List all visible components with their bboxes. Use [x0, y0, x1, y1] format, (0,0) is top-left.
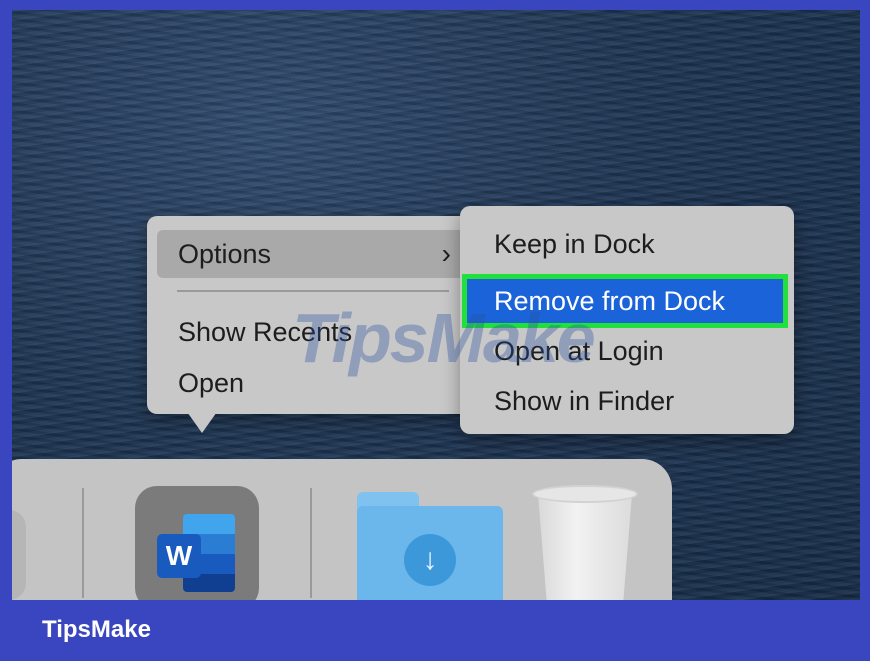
- submenu-item-remove-from-dock[interactable]: Remove from Dock: [462, 274, 788, 328]
- frame: W ↓ Options › Show Recents Open Keep in …: [0, 0, 870, 661]
- menu-pointer: [185, 409, 219, 433]
- chevron-right-icon: ›: [441, 238, 451, 269]
- trash-icon: [538, 494, 632, 600]
- dock-item-word[interactable]: W: [135, 486, 259, 600]
- submenu-item-open-at-login[interactable]: Open at Login: [472, 329, 780, 373]
- brand-label: TipsMake: [42, 616, 151, 643]
- footer-bar: TipsMake: [0, 600, 870, 661]
- menu-item-show-recents[interactable]: Show Recents: [157, 308, 469, 356]
- word-icon: W: [157, 506, 239, 592]
- submenu-item-keep-in-dock[interactable]: Keep in Dock: [472, 222, 780, 266]
- dock-partial-app-icon[interactable]: [12, 510, 26, 600]
- dock-divider: [310, 488, 312, 598]
- menu-item-open[interactable]: Open: [157, 359, 469, 407]
- menu-item-options[interactable]: Options ›: [157, 230, 469, 278]
- menu-item-label: Show Recents: [178, 317, 353, 347]
- context-menu: Options › Show Recents Open: [147, 216, 479, 414]
- word-icon-letter: W: [157, 534, 201, 578]
- dock-item-trash[interactable]: [532, 485, 638, 600]
- options-submenu: Keep in Dock Remove from Dock Open at Lo…: [460, 206, 794, 434]
- download-arrow-icon: ↓: [404, 534, 456, 586]
- menu-separator: [177, 290, 449, 292]
- desktop-background: W ↓ Options › Show Recents Open Keep in …: [12, 10, 860, 600]
- dock-item-downloads[interactable]: ↓: [357, 486, 507, 600]
- submenu-item-show-in-finder[interactable]: Show in Finder: [472, 379, 780, 423]
- dock-divider: [82, 488, 84, 598]
- menu-item-label: Options: [178, 239, 272, 269]
- menu-item-label: Open: [178, 368, 245, 398]
